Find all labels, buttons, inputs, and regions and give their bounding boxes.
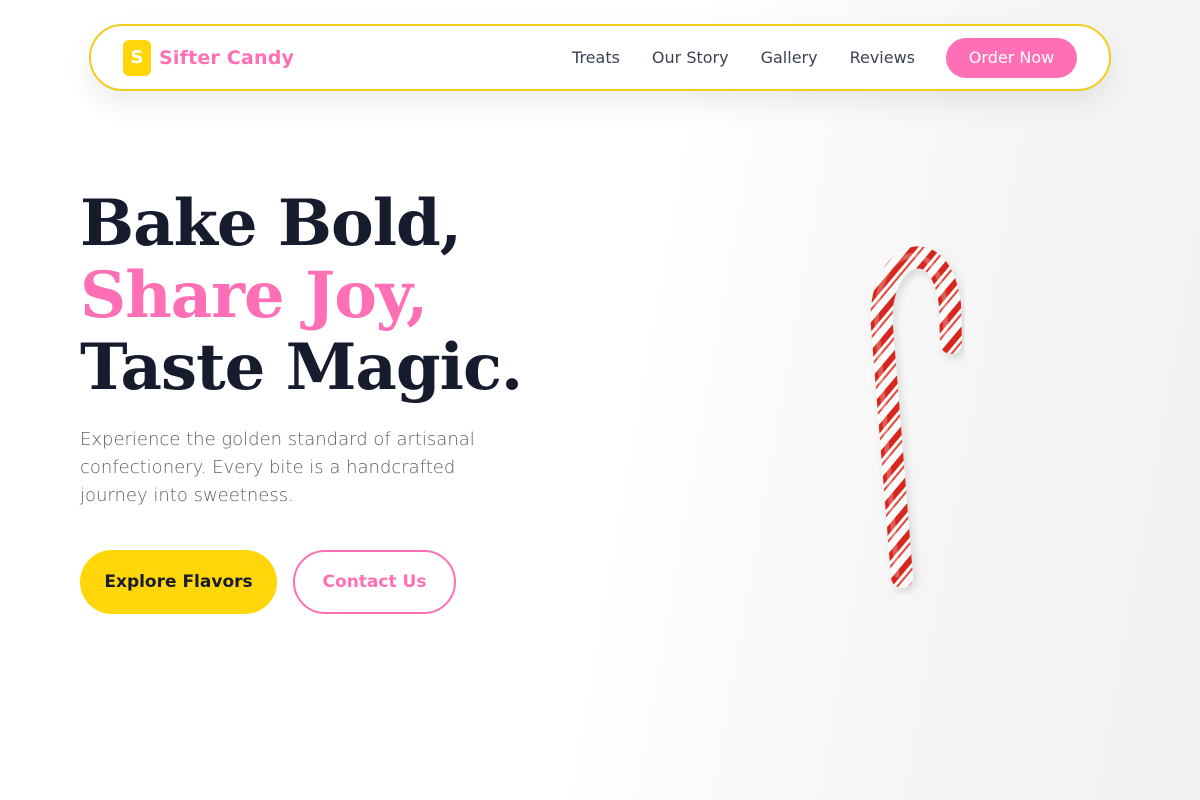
hero-title-line-3: Taste Magic. xyxy=(80,330,523,405)
order-now-button[interactable]: Order Now xyxy=(946,37,1077,78)
explore-flavors-button[interactable]: Explore Flavors xyxy=(80,550,277,614)
contact-us-button[interactable]: Contact Us xyxy=(293,550,456,614)
hero-title-line-2: Share Joy, xyxy=(80,258,428,333)
hero-description: Experience the golden standard of artisa… xyxy=(80,429,475,506)
logo-link[interactable]: S Sifter Candy xyxy=(123,39,295,76)
nav-link-reviews[interactable]: Reviews xyxy=(850,48,915,67)
nav-link-our-story[interactable]: Our Story xyxy=(652,48,729,67)
hero-title-line-1: Bake Bold, xyxy=(80,186,462,261)
logo-badge: S xyxy=(123,39,151,76)
hero-title: Bake Bold, Share Joy, Taste Magic. xyxy=(80,186,523,405)
landing-page: S Sifter Candy Treats Our Story Gallery … xyxy=(0,0,1200,800)
candy-cane-icon xyxy=(870,246,962,588)
brand-name: Sifter Candy xyxy=(159,46,295,69)
nav-link-treats[interactable]: Treats xyxy=(572,48,620,67)
nav-link-gallery[interactable]: Gallery xyxy=(761,48,818,67)
nav-links: Treats Our Story Gallery Reviews xyxy=(572,48,946,67)
navbar: S Sifter Candy Treats Our Story Gallery … xyxy=(89,24,1111,91)
